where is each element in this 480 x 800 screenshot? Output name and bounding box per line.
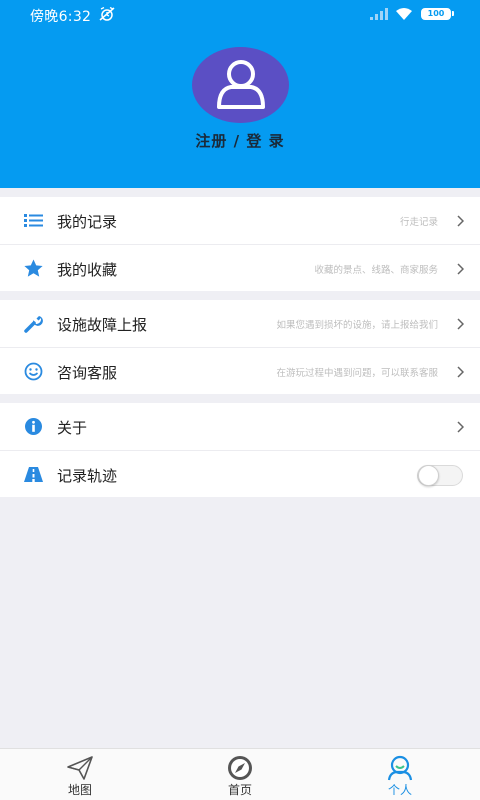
menu-group-settings: 关于 记录轨迹 (0, 403, 480, 497)
status-time: 傍晚6:32 (30, 9, 92, 25)
wifi-icon (396, 8, 412, 20)
chevron-right-icon (457, 421, 464, 433)
menu-group-records: 我的记录 行走记录 我的收藏 收藏的景点、线路、商家服务 (0, 197, 480, 291)
menu-item-about[interactable]: 关于 (0, 403, 480, 450)
menu-item-label: 我的收藏 (57, 261, 118, 279)
menu-item-label: 设施故障上报 (57, 316, 148, 334)
road-icon (24, 467, 43, 482)
avatar[interactable] (192, 47, 289, 123)
menu-item-hint: 在游玩过程中遇到问题，可以联系客服 (276, 368, 438, 379)
status-bar: 傍晚6:32 100 (0, 0, 480, 28)
menu-item-label: 我的记录 (57, 213, 118, 231)
tab-label: 地图 (67, 783, 92, 797)
menu-group-support: 设施故障上报 如果您遇到损坏的设施，请上报给我们 咨询客服 在游玩过程中遇到问题… (0, 300, 480, 394)
battery-icon: 100 (421, 8, 454, 20)
chevron-right-icon (457, 263, 464, 275)
star-icon (24, 259, 43, 277)
person-icon (387, 755, 413, 781)
wrench-icon (24, 316, 43, 333)
login-register-link[interactable]: 注册 / 登 录 (0, 130, 480, 151)
menu-item-hint: 行走记录 (399, 217, 438, 228)
menu-item-label: 记录轨迹 (57, 467, 118, 485)
profile-header: 傍晚6:32 100 注册 / 登 录 (0, 0, 480, 188)
toggle-knob (418, 465, 439, 486)
track-record-toggle[interactable] (417, 465, 463, 486)
menu-item-track-record: 记录轨迹 (0, 450, 480, 497)
menu-item-label: 咨询客服 (57, 364, 118, 382)
alarm-off-icon (99, 7, 115, 21)
menu-item-customer-service[interactable]: 咨询客服 在游玩过程中遇到问题，可以联系客服 (0, 347, 480, 394)
menu-item-report-fault[interactable]: 设施故障上报 如果您遇到损坏的设施，请上报给我们 (0, 300, 480, 347)
user-icon (216, 60, 265, 109)
menu-item-hint: 如果您遇到损坏的设施，请上报给我们 (276, 320, 438, 331)
signal-icon (370, 8, 388, 20)
tab-home[interactable]: 首页 (200, 749, 280, 800)
tab-profile[interactable]: 个人 (360, 749, 440, 800)
smiley-icon (24, 362, 43, 381)
tab-label: 首页 (227, 783, 252, 797)
compass-icon (228, 756, 252, 780)
menu-item-my-records[interactable]: 我的记录 行走记录 (0, 197, 480, 244)
tab-label: 个人 (387, 783, 412, 797)
tab-map[interactable]: 地图 (40, 749, 120, 800)
menu-item-hint: 收藏的景点、线路、商家服务 (314, 265, 438, 276)
menu-item-label: 关于 (57, 419, 88, 437)
paper-plane-icon (67, 756, 93, 780)
chevron-right-icon (457, 366, 464, 378)
chevron-right-icon (457, 318, 464, 330)
chevron-right-icon (457, 215, 464, 227)
list-icon (24, 214, 43, 227)
info-icon (25, 418, 42, 435)
bottom-tab-bar: 地图 首页 个人 (0, 748, 480, 800)
menu-item-my-favorites[interactable]: 我的收藏 收藏的景点、线路、商家服务 (0, 244, 480, 291)
